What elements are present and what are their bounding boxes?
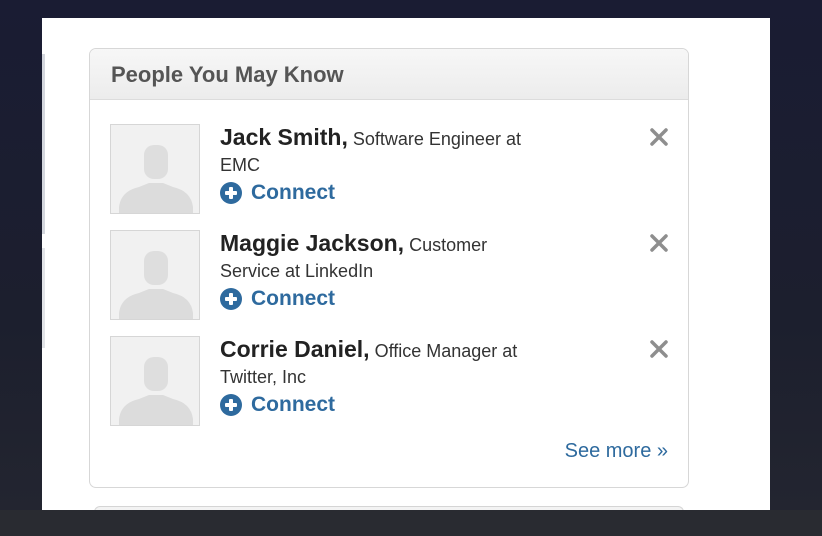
person-name[interactable]: Jack Smith, <box>220 124 348 150</box>
connect-button[interactable]: Connect <box>220 392 335 418</box>
person-card: Corrie Daniel, Office Manager at Twitter… <box>110 336 670 428</box>
person-role-continued: Twitter, Inc <box>220 367 307 387</box>
avatar[interactable] <box>110 124 200 214</box>
person-headline: Maggie Jackson, Customer <box>220 230 600 258</box>
person-card: Jack Smith, Software Engineer at EMC Con… <box>110 124 670 216</box>
avatar[interactable] <box>110 336 200 426</box>
close-icon <box>650 234 668 252</box>
connect-button[interactable]: Connect <box>220 180 335 206</box>
page-panel: People You May Know Jack Smith, Software… <box>42 18 770 510</box>
connect-label: Connect <box>251 287 335 310</box>
see-more-link[interactable]: See more » <box>565 440 668 463</box>
dismiss-button[interactable] <box>648 338 670 360</box>
person-headline: Corrie Daniel, Office Manager at <box>220 336 600 364</box>
plus-circle-icon <box>220 288 242 310</box>
person-role: Office Manager at <box>374 341 518 361</box>
person-role-continued: EMC <box>220 155 260 175</box>
close-icon <box>650 128 668 146</box>
person-headline: Jack Smith, Software Engineer at <box>220 124 600 152</box>
widget-header: People You May Know <box>90 49 688 100</box>
backdrop-band <box>0 510 822 536</box>
person-card: Maggie Jackson, Customer Service at Link… <box>110 230 670 322</box>
person-role: Customer <box>409 235 488 255</box>
left-column-edge <box>42 248 45 348</box>
dismiss-button[interactable] <box>648 232 670 254</box>
person-name[interactable]: Corrie Daniel, <box>220 336 370 362</box>
person-info: Jack Smith, Software Engineer at EMC Con… <box>220 124 600 204</box>
avatar[interactable] <box>110 230 200 320</box>
connect-label: Connect <box>251 393 335 416</box>
person-role: Software Engineer at <box>352 129 521 149</box>
left-column-edge <box>42 54 45 234</box>
connect-button[interactable]: Connect <box>220 286 335 312</box>
widget-title: People You May Know <box>111 62 344 87</box>
close-icon <box>650 340 668 358</box>
default-avatar-icon <box>111 231 199 319</box>
person-info: Corrie Daniel, Office Manager at Twitter… <box>220 336 600 416</box>
default-avatar-icon <box>111 125 199 213</box>
people-you-may-know-widget: People You May Know Jack Smith, Software… <box>89 48 689 488</box>
person-role-continued: Service at LinkedIn <box>220 261 374 281</box>
dismiss-button[interactable] <box>648 126 670 148</box>
person-name[interactable]: Maggie Jackson, <box>220 230 404 256</box>
plus-circle-icon <box>220 182 242 204</box>
plus-circle-icon <box>220 394 242 416</box>
next-widget-edge <box>94 506 684 510</box>
default-avatar-icon <box>111 337 199 425</box>
person-info: Maggie Jackson, Customer Service at Link… <box>220 230 600 310</box>
connect-label: Connect <box>251 181 335 204</box>
